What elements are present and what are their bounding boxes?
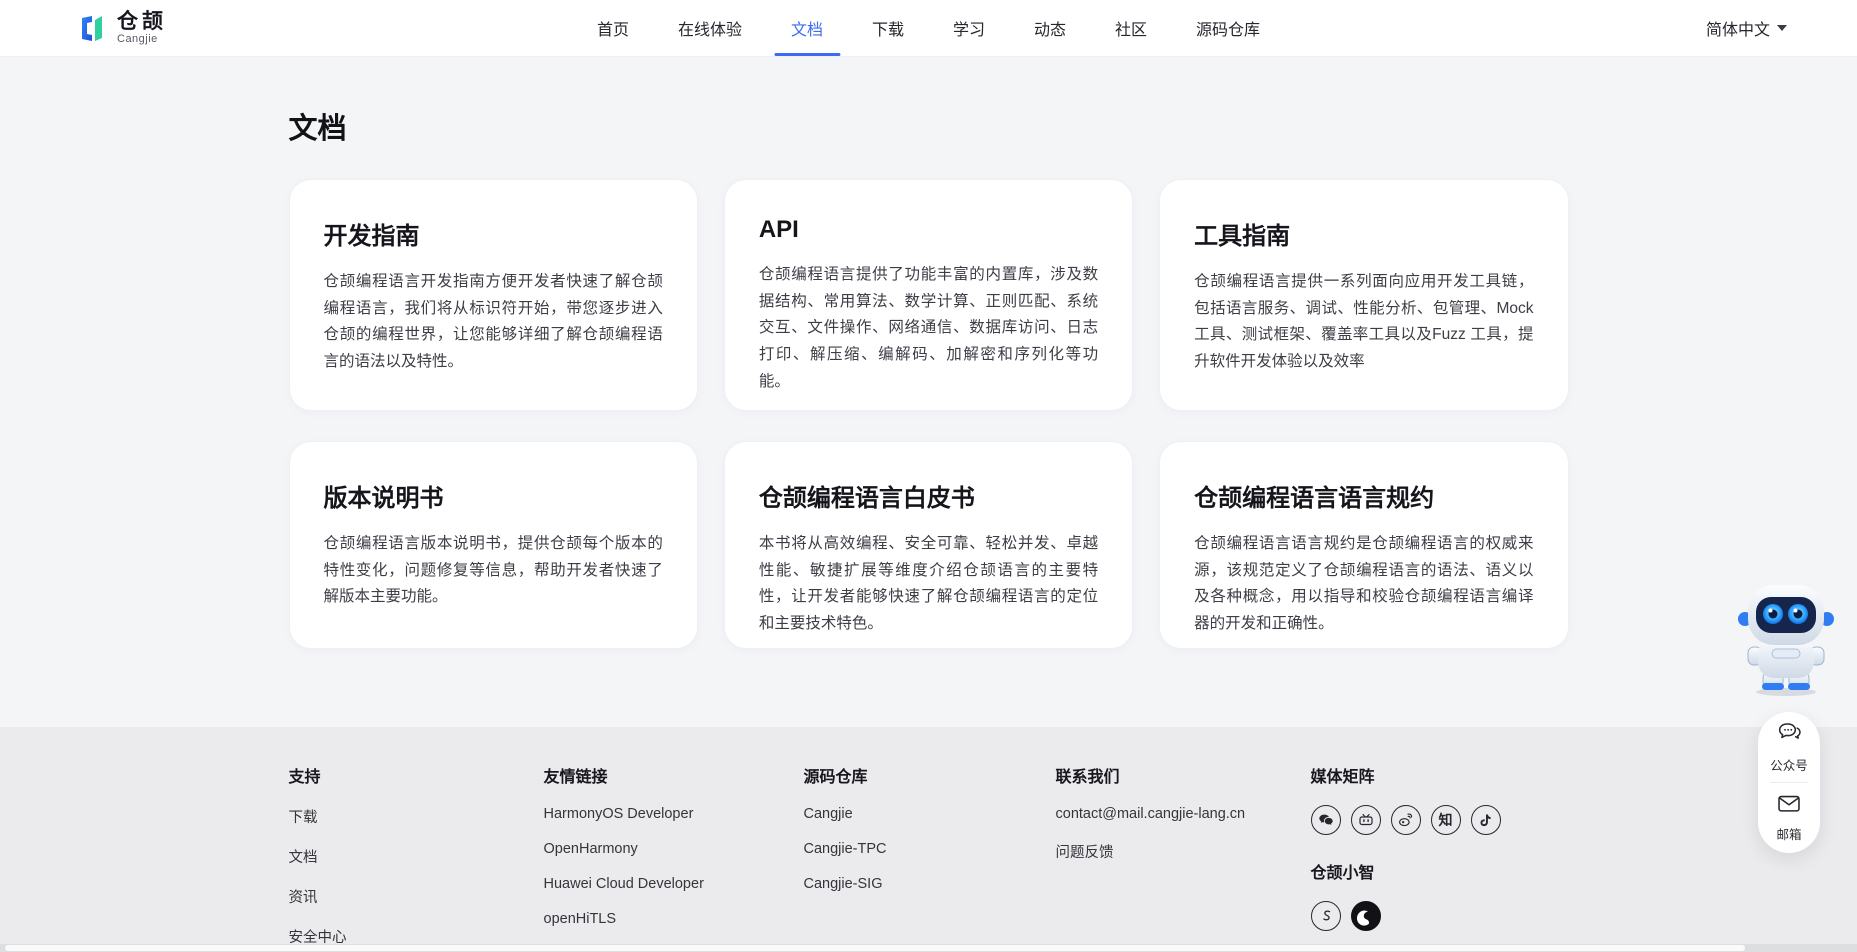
brand-name: 仓颉 bbox=[117, 10, 167, 33]
card-release-notes[interactable]: 版本说明书 仓颉编程语言版本说明书，提供仓颉每个版本的特性变化，问题修复等信息，… bbox=[288, 441, 698, 649]
footer-column-title: 联系我们 bbox=[1055, 769, 1120, 786]
page-title: 文档 bbox=[288, 113, 347, 145]
card-title: 开发指南 bbox=[323, 223, 420, 250]
footer-link-harmonyos-developer[interactable]: HarmonyOS Developer bbox=[544, 806, 804, 822]
card-dev-guide[interactable]: 开发指南 仓颉编程语言开发指南方便开发者快速了解仓颉编程语言，我们将从标识符开始… bbox=[288, 179, 698, 411]
footer-link-download[interactable]: 下载 bbox=[289, 806, 544, 827]
footer-media-title: 媒体矩阵 bbox=[1310, 769, 1375, 786]
footer-column-support: 支持 下载 文档 资讯 安全中心 bbox=[289, 763, 544, 947]
nav-item-learn[interactable]: 学习 bbox=[953, 0, 985, 56]
footer-link-contact-email[interactable]: contact@mail.cangjie-lang.cn bbox=[1056, 806, 1311, 822]
main-nav: 首页 在线体验 文档 下载 学习 动态 社区 源码仓库 bbox=[597, 0, 1260, 56]
footer-column-source-repos: 源码仓库 Cangjie Cangjie-TPC Cangjie-SIG bbox=[804, 763, 1056, 947]
card-title: 仓颉编程语言语言规约 bbox=[1194, 485, 1435, 512]
official-account-button[interactable]: 公众号 bbox=[1758, 712, 1820, 782]
card-description: 仓颉编程语言提供一系列面向应用开发工具链，包括语言服务、调试、性能分析、包管理、… bbox=[1194, 273, 1534, 370]
brand-logo[interactable]: 仓颉 Cangjie bbox=[78, 11, 167, 45]
footer-link-huawei-cloud-developer[interactable]: Huawei Cloud Developer bbox=[544, 876, 804, 892]
footer-link-docs[interactable]: 文档 bbox=[289, 846, 544, 867]
nav-item-community[interactable]: 社区 bbox=[1115, 0, 1147, 56]
media-icon-row: 知 bbox=[1310, 805, 1569, 835]
nav-item-news[interactable]: 动态 bbox=[1034, 0, 1066, 56]
page-footer: 支持 下载 文档 资讯 安全中心 友情链接 HarmonyOS Develope… bbox=[0, 727, 1857, 952]
footer-link-feedback[interactable]: 问题反馈 bbox=[1056, 841, 1311, 862]
mascot-robot[interactable] bbox=[1736, 583, 1836, 697]
doc-card-grid: 开发指南 仓颉编程语言开发指南方便开发者快速了解仓颉编程语言，我们将从标识符开始… bbox=[288, 179, 1569, 649]
zhihu-icon[interactable]: 知 bbox=[1430, 805, 1461, 835]
language-selector[interactable]: 简体中文 bbox=[1706, 0, 1787, 56]
footer-column-contact: 联系我们 contact@mail.cangjie-lang.cn 问题反馈 bbox=[1056, 763, 1311, 947]
email-label: 邮箱 bbox=[1776, 828, 1802, 842]
douyin-icon[interactable] bbox=[1470, 805, 1501, 835]
chat-bubbles-icon bbox=[1776, 720, 1803, 750]
card-title: 版本说明书 bbox=[323, 485, 444, 512]
main-content: 文档 开发指南 仓颉编程语言开发指南方便开发者快速了解仓颉编程语言，我们将从标识… bbox=[0, 57, 1857, 727]
assistant-s-curve-icon[interactable] bbox=[1310, 901, 1341, 931]
card-title: 仓颉编程语言白皮书 bbox=[758, 485, 975, 512]
footer-link-openharmony[interactable]: OpenHarmony bbox=[544, 841, 804, 857]
assistant-title: 仓颉小智 bbox=[1310, 865, 1375, 882]
top-navigation-bar: 仓颉 Cangjie 首页 在线体验 文档 下载 学习 动态 社区 源码仓库 简… bbox=[0, 0, 1857, 57]
card-description: 仓颉编程语言版本说明书，提供仓颉每个版本的特性变化，问题修复等信息，帮助开发者快… bbox=[323, 535, 663, 606]
footer-link-cangjie-sig-repo[interactable]: Cangjie-SIG bbox=[804, 876, 1056, 892]
nav-item-docs[interactable]: 文档 bbox=[791, 0, 823, 56]
cangjie-logo-icon bbox=[78, 13, 108, 43]
chevron-down-icon bbox=[1777, 25, 1787, 31]
footer-link-cangjie-repo[interactable]: Cangjie bbox=[804, 806, 1056, 822]
footer-column-title: 源码仓库 bbox=[803, 769, 868, 786]
nav-item-source-repo[interactable]: 源码仓库 bbox=[1196, 0, 1260, 56]
card-api[interactable]: API 仓颉编程语言提供了功能丰富的内置库，涉及数据结构、常用算法、数学计算、正… bbox=[723, 179, 1134, 411]
cangjie-docs-page: 仓颉 Cangjie 首页 在线体验 文档 下载 学习 动态 社区 源码仓库 简… bbox=[0, 0, 1857, 952]
nav-item-download[interactable]: 下载 bbox=[872, 0, 904, 56]
card-title: 工具指南 bbox=[1194, 223, 1291, 250]
horizontal-scrollbar[interactable] bbox=[0, 944, 1857, 952]
brand-subtitle: Cangjie bbox=[117, 33, 158, 45]
nav-item-playground[interactable]: 在线体验 bbox=[678, 0, 742, 56]
official-account-label: 公众号 bbox=[1770, 759, 1808, 773]
email-button[interactable]: 邮箱 bbox=[1758, 783, 1820, 853]
footer-column-friend-links: 友情链接 HarmonyOS Developer OpenHarmony Hua… bbox=[544, 763, 804, 947]
card-title: API bbox=[758, 216, 799, 243]
assistant-swirl-icon[interactable] bbox=[1350, 901, 1381, 931]
footer-column-media: 媒体矩阵 知 仓颉小智 bbox=[1310, 763, 1569, 947]
horizontal-scrollbar-thumb[interactable] bbox=[5, 945, 1745, 951]
bilibili-icon[interactable] bbox=[1350, 805, 1381, 835]
card-description: 仓颉编程语言开发指南方便开发者快速了解仓颉编程语言，我们将从标识符开始，带您逐步… bbox=[323, 273, 663, 370]
weibo-icon[interactable] bbox=[1390, 805, 1421, 835]
card-description: 本书将从高效编程、安全可靠、轻松并发、卓越性能、敏捷扩展等维度介绍仓颉语言的主要… bbox=[758, 535, 1099, 632]
card-tools-guide[interactable]: 工具指南 仓颉编程语言提供一系列面向应用开发工具链，包括语言服务、调试、性能分析… bbox=[1159, 179, 1569, 411]
assistant-icon-row bbox=[1310, 901, 1569, 931]
language-label: 简体中文 bbox=[1705, 22, 1770, 39]
card-whitepaper[interactable]: 仓颉编程语言白皮书 本书将从高效编程、安全可靠、轻松并发、卓越性能、敏捷扩展等维… bbox=[723, 441, 1134, 649]
footer-link-openhitls[interactable]: openHiTLS bbox=[544, 911, 804, 927]
wechat-icon[interactable] bbox=[1310, 805, 1341, 835]
footer-column-title: 友情链接 bbox=[543, 769, 608, 786]
nav-item-home[interactable]: 首页 bbox=[597, 0, 629, 56]
footer-column-title: 支持 bbox=[288, 769, 321, 786]
footer-link-cangjie-tpc-repo[interactable]: Cangjie-TPC bbox=[804, 841, 1056, 857]
envelope-icon bbox=[1776, 793, 1802, 819]
footer-link-news[interactable]: 资讯 bbox=[289, 886, 544, 907]
card-language-spec[interactable]: 仓颉编程语言语言规约 仓颉编程语言语言规约是仓颉编程语言的权威来源，该规范定义了… bbox=[1159, 441, 1569, 649]
card-description: 仓颉编程语言提供了功能丰富的内置库，涉及数据结构、常用算法、数学计算、正则匹配、… bbox=[758, 266, 1099, 390]
card-description: 仓颉编程语言语言规约是仓颉编程语言的权威来源，该规范定义了仓颉编程语言的语法、语… bbox=[1194, 535, 1534, 632]
floating-contact-panel: 公众号 邮箱 bbox=[1758, 712, 1820, 853]
